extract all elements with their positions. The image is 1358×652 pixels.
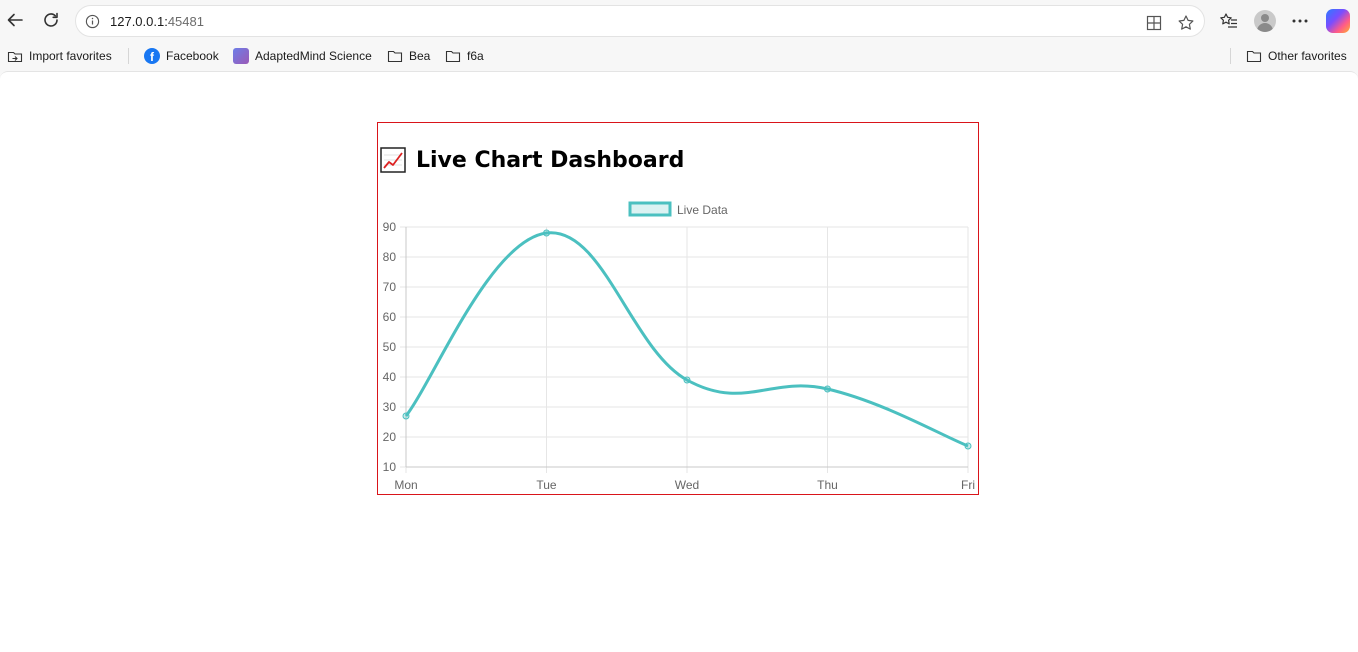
x-tick-label: Thu [817,478,838,492]
url-port: 45481 [167,14,204,29]
url-host: 127.0.0.1: [110,14,168,29]
y-tick-label: 10 [383,460,397,474]
url-text[interactable]: 127.0.0.1:45481 [110,14,204,29]
refresh-icon [44,12,58,27]
live-line-chart: Live Data 10 20 30 40 50 60 70 80 90 Mon Tue Wed Th… [383,201,975,492]
y-tick-label: 50 [383,340,397,354]
page-title: Live Chart Dashboard [380,147,684,173]
bookmark-label: Facebook [166,49,219,63]
app-available-icon[interactable] [1145,14,1163,32]
y-tick-label: 40 [383,370,397,384]
y-tick-label: 70 [383,280,397,294]
y-tick-label: 30 [383,400,397,414]
bookmark-folder-bea[interactable]: Bea [387,47,430,65]
y-tick-label: 60 [383,310,397,324]
address-bar[interactable]: 127.0.0.1:45481 [75,5,1205,37]
bookmarks-divider [1230,48,1231,64]
bookmark-label: Import favorites [29,49,112,63]
site-info-icon[interactable] [85,14,100,29]
bookmark-import-favorites[interactable]: Import favorites [7,47,112,65]
bookmark-other-favorites[interactable]: Other favorites [1246,47,1347,65]
folder-icon [445,50,461,63]
favorites-list-icon [1220,13,1237,28]
browser-toolbar: 127.0.0.1:45481 [0,0,1358,41]
bookmarks-bar: Import favorites f Facebook AdaptedMind … [0,41,1358,71]
bookmark-label: AdaptedMind Science [255,49,372,63]
copilot-icon[interactable] [1326,9,1350,33]
x-tick-label: Tue [536,478,557,492]
data-point[interactable] [402,412,410,420]
y-tick-label: 20 [383,430,397,444]
facebook-icon: f [144,48,160,64]
profile-avatar[interactable] [1254,10,1276,32]
back-button[interactable] [1,6,29,34]
bookmark-label: Other favorites [1268,49,1347,63]
data-point[interactable] [543,229,550,237]
legend-swatch[interactable] [628,201,672,217]
folder-icon [387,50,403,63]
y-axis-ticks: 10 20 30 40 50 60 70 80 90 [383,220,397,474]
data-point[interactable] [683,376,691,384]
refresh-button[interactable] [37,6,65,34]
bookmark-label: Bea [409,49,431,63]
import-icon [7,51,23,63]
bookmark-folder-f6a[interactable]: f6a [445,47,484,65]
dashboard-card: Live Chart Dashboard Live Data 10 20 30 40 5… [377,122,979,495]
ellipsis-icon [1292,19,1308,23]
x-tick-label: Wed [675,478,699,492]
back-arrow-icon [7,13,23,27]
y-tick-label: 90 [383,220,397,234]
data-point[interactable] [964,442,972,450]
y-tick-label: 80 [383,250,397,264]
legend-label[interactable]: Live Data [677,203,728,217]
bookmark-facebook[interactable]: f Facebook [144,47,219,65]
chart-legend[interactable]: Live Data [628,201,728,217]
x-tick-label: Fri [961,478,975,492]
page-viewport: Live Chart Dashboard Live Data 10 20 30 40 5… [0,71,1358,652]
bookmark-adaptedmind-science[interactable]: AdaptedMind Science [233,47,372,65]
bookmarks-divider [128,48,129,64]
more-menu-button[interactable] [1289,10,1311,32]
folder-icon [1246,50,1262,63]
x-tick-label: Mon [394,478,417,492]
favorites-button[interactable] [1218,10,1240,32]
x-axis-ticks: Mon Tue Wed Thu Fri [394,478,975,492]
adaptedmind-icon [233,48,249,64]
bookmark-label: f6a [467,49,484,63]
chart-grid [400,226,969,473]
favorite-star-icon[interactable] [1177,14,1195,32]
data-point[interactable] [824,385,831,393]
page-title-text: Live Chart Dashboard [416,147,685,173]
chart-increasing-icon [380,147,406,173]
